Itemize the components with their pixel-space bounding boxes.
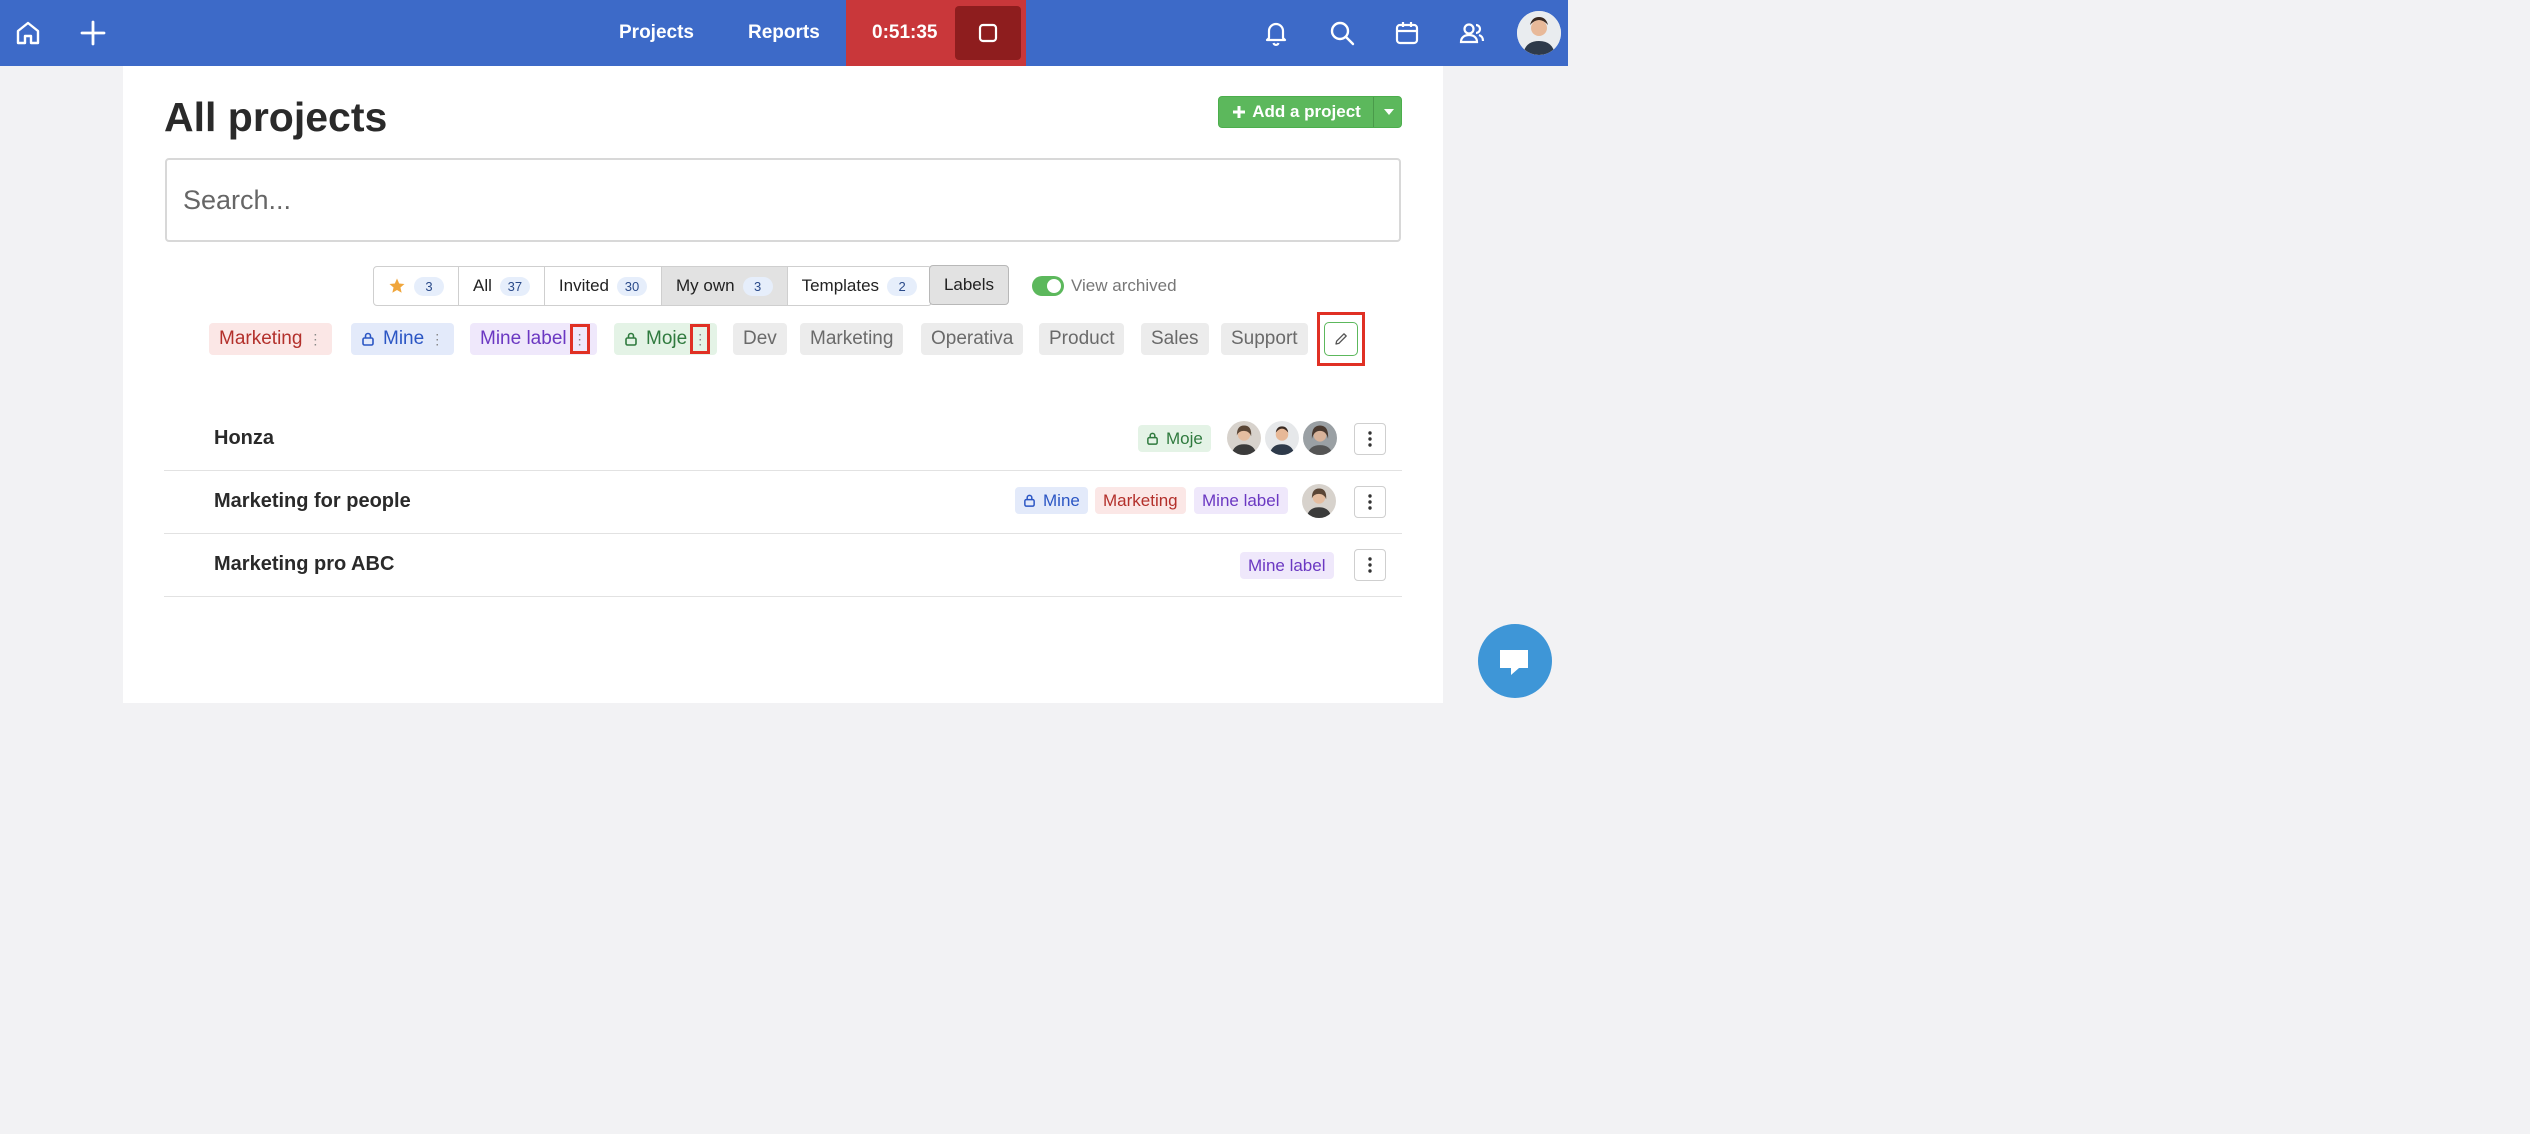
- label-chip-moje[interactable]: Moje ⋮: [614, 323, 718, 355]
- chat-icon: [1500, 650, 1528, 675]
- tab-favorites[interactable]: 3: [374, 267, 458, 305]
- label-name: Mine label: [480, 328, 567, 349]
- tab-count: 30: [617, 276, 647, 296]
- kebab-icon: [1368, 431, 1372, 447]
- user-avatar[interactable]: [1517, 11, 1561, 55]
- project-tag: Mine label: [1240, 552, 1334, 579]
- search-input[interactable]: [165, 158, 1401, 242]
- label-chip-marketing[interactable]: Marketing ⋮: [209, 323, 333, 355]
- label-name: Mine: [383, 328, 425, 349]
- project-menu-button[interactable]: [1354, 423, 1386, 455]
- tag-name: Mine label: [1202, 490, 1280, 510]
- tab-templates[interactable]: Templates 2: [786, 267, 931, 305]
- plus-icon: [1233, 106, 1246, 118]
- tab-count: 37: [499, 276, 530, 296]
- label-chip-marketing-shared[interactable]: Marketing: [800, 323, 904, 355]
- project-filter-tabs: 3 All 37 Invited 30 My own 3 Templates 2: [373, 266, 933, 306]
- nav-projects[interactable]: Projects: [619, 22, 694, 44]
- tab-count: 3: [742, 276, 773, 296]
- label-name: Marketing: [810, 328, 894, 349]
- pencil-icon: [1335, 333, 1347, 345]
- project-tag: Marketing: [1095, 487, 1186, 514]
- add-project-main[interactable]: Add a project: [1219, 97, 1374, 127]
- tab-all[interactable]: All 37: [458, 267, 544, 305]
- nav-reports[interactable]: Reports: [748, 22, 820, 44]
- tag-name: Mine label: [1248, 555, 1326, 575]
- project-menu-button[interactable]: [1354, 549, 1386, 581]
- label-name: Sales: [1151, 328, 1199, 349]
- tab-label: Templates: [801, 276, 880, 295]
- tab-label: My own: [676, 276, 735, 295]
- project-tag: Mine: [1015, 487, 1088, 514]
- project-name[interactable]: Marketing for people: [214, 490, 411, 513]
- tab-label: Invited: [558, 276, 609, 295]
- project-tag: Mine label: [1194, 487, 1288, 514]
- label-menu-icon[interactable]: ⋮: [430, 331, 444, 348]
- label-chip-mine-label[interactable]: Mine label ⋮: [470, 323, 597, 355]
- member-avatar[interactable]: [1301, 419, 1339, 457]
- time-tracker: 0:51:35: [846, 0, 1026, 66]
- kebab-icon: [1368, 494, 1372, 510]
- project-name[interactable]: Honza: [214, 427, 274, 450]
- top-navigation-bar: Projects Reports 0:51:35: [0, 0, 1568, 66]
- labels-toggle-button[interactable]: Labels: [929, 265, 1009, 305]
- view-archived-toggle[interactable]: [1032, 276, 1064, 296]
- label-chip-sales[interactable]: Sales: [1141, 323, 1209, 355]
- project-row[interactable]: Marketing for people Mine Marketing Mine…: [164, 470, 1402, 534]
- label-chip-dev[interactable]: Dev: [733, 323, 787, 355]
- stop-timer-button[interactable]: [955, 6, 1021, 60]
- label-name: Support: [1231, 328, 1298, 349]
- project-row[interactable]: Honza Moje: [164, 407, 1402, 471]
- lock-icon: [1024, 494, 1035, 507]
- plus-icon[interactable]: [74, 14, 112, 52]
- tab-count: 2: [887, 276, 918, 296]
- edit-labels-inner[interactable]: [1324, 322, 1358, 356]
- kebab-icon: [1368, 557, 1372, 573]
- page-title: All projects: [164, 94, 388, 140]
- chat-support-button[interactable]: [1478, 624, 1552, 698]
- label-name: Dev: [743, 328, 777, 349]
- bell-icon[interactable]: [1257, 14, 1295, 52]
- member-avatar[interactable]: [1300, 482, 1338, 520]
- chevron-down-icon: [1383, 109, 1394, 115]
- label-name: Marketing: [219, 328, 303, 349]
- edit-labels-button[interactable]: [1317, 312, 1365, 366]
- home-icon[interactable]: [9, 14, 47, 52]
- lock-icon: [1147, 432, 1158, 445]
- label-menu-icon[interactable]: ⋮: [308, 331, 322, 348]
- label-chip-support[interactable]: Support: [1221, 323, 1308, 355]
- tab-my-own[interactable]: My own 3: [661, 267, 787, 305]
- view-archived-label: View archived: [1071, 276, 1177, 295]
- add-project-label: Add a project: [1252, 102, 1361, 121]
- lock-icon: [625, 332, 637, 346]
- label-chip-mine[interactable]: Mine ⋮: [351, 323, 455, 355]
- tab-label: All: [473, 276, 492, 295]
- label-chip-product[interactable]: Product: [1039, 323, 1125, 355]
- star-icon: [389, 278, 405, 293]
- label-name: Moje: [646, 328, 688, 349]
- member-avatar[interactable]: [1225, 419, 1263, 457]
- project-row[interactable]: Marketing pro ABC Mine label: [164, 533, 1402, 597]
- label-name: Operativa: [931, 328, 1014, 349]
- lock-icon: [362, 332, 374, 346]
- add-project-button[interactable]: Add a project: [1218, 96, 1402, 128]
- tab-count: 3: [414, 276, 444, 296]
- tab-invited[interactable]: Invited 30: [543, 267, 661, 305]
- label-chip-operativa[interactable]: Operativa: [921, 323, 1024, 355]
- project-menu-button[interactable]: [1354, 486, 1386, 518]
- add-project-dropdown[interactable]: [1373, 97, 1403, 127]
- tag-name: Mine: [1043, 490, 1080, 510]
- member-avatar[interactable]: [1263, 419, 1301, 457]
- tag-name: Moje: [1166, 428, 1203, 448]
- search-icon[interactable]: [1323, 14, 1361, 52]
- label-menu-icon[interactable]: ⋮: [690, 324, 711, 354]
- project-tag: Moje: [1138, 425, 1211, 452]
- calendar-icon[interactable]: [1388, 14, 1426, 52]
- label-name: Product: [1049, 328, 1115, 349]
- tag-name: Marketing: [1103, 490, 1178, 510]
- timer-display: 0:51:35: [872, 22, 938, 43]
- project-name[interactable]: Marketing pro ABC: [214, 553, 394, 576]
- label-menu-icon[interactable]: ⋮: [569, 324, 590, 354]
- users-icon[interactable]: [1453, 14, 1491, 52]
